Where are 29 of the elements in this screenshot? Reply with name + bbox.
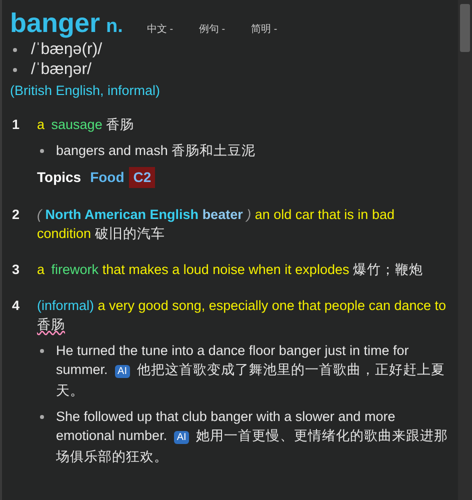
sense-number: 4 [11, 297, 21, 315]
sense-number: 3 [11, 261, 21, 279]
bullet-icon [40, 349, 44, 353]
level-badge: C2 [129, 167, 156, 188]
topics-label: Topics [37, 168, 82, 187]
part-of-speech: n. [106, 16, 123, 38]
sense-number: 1 [11, 116, 21, 134]
example-sentence: She followed up that club banger with a slower and more emotional number. AI 她用一首更慢、更情绪化的歌曲来跟进那场俱乐部的狂欢。 [56, 408, 450, 466]
pronunciation: /ˈbæŋə(r)/ [31, 41, 102, 59]
pronunciation: /ˈbæŋər/ [31, 61, 92, 79]
section-link[interactable]: 简明 - [251, 22, 278, 36]
scrollbar[interactable] [458, 0, 472, 500]
sense-definition: (informal) a very good song, especially one that people can dance to 香肠 [37, 297, 448, 334]
section-link[interactable]: 中文 - [146, 22, 174, 36]
bullet-icon [13, 68, 17, 72]
bullet-icon [40, 149, 44, 153]
sense-definition: ( North American English beater ) an old car that is in bad condition 破旧的汽车 [37, 206, 396, 243]
bullet-icon [40, 415, 44, 419]
usage-label: (British English, informal) [10, 83, 162, 98]
bullet-icon [13, 48, 17, 52]
topic-link[interactable]: Food [90, 168, 124, 187]
scrollbar-thumb[interactable] [460, 4, 470, 52]
sense-number: 2 [11, 206, 21, 224]
sense-definition: a firework that makes a loud noise when it explodes 爆竹；鞭炮 [37, 261, 424, 279]
example-sentence: He turned the tune into a dance floor banger just in time for summer. AI 他把这首歌变成了舞池里的一首歌曲，正好赶上夏天。 [56, 342, 446, 400]
sense-definition: a sausage 香肠 [37, 116, 136, 134]
section-link[interactable]: 例句 - [199, 22, 226, 36]
example-sentence: bangers and mash 香肠和土豆泥 [56, 142, 257, 160]
headword: banger [10, 8, 100, 39]
